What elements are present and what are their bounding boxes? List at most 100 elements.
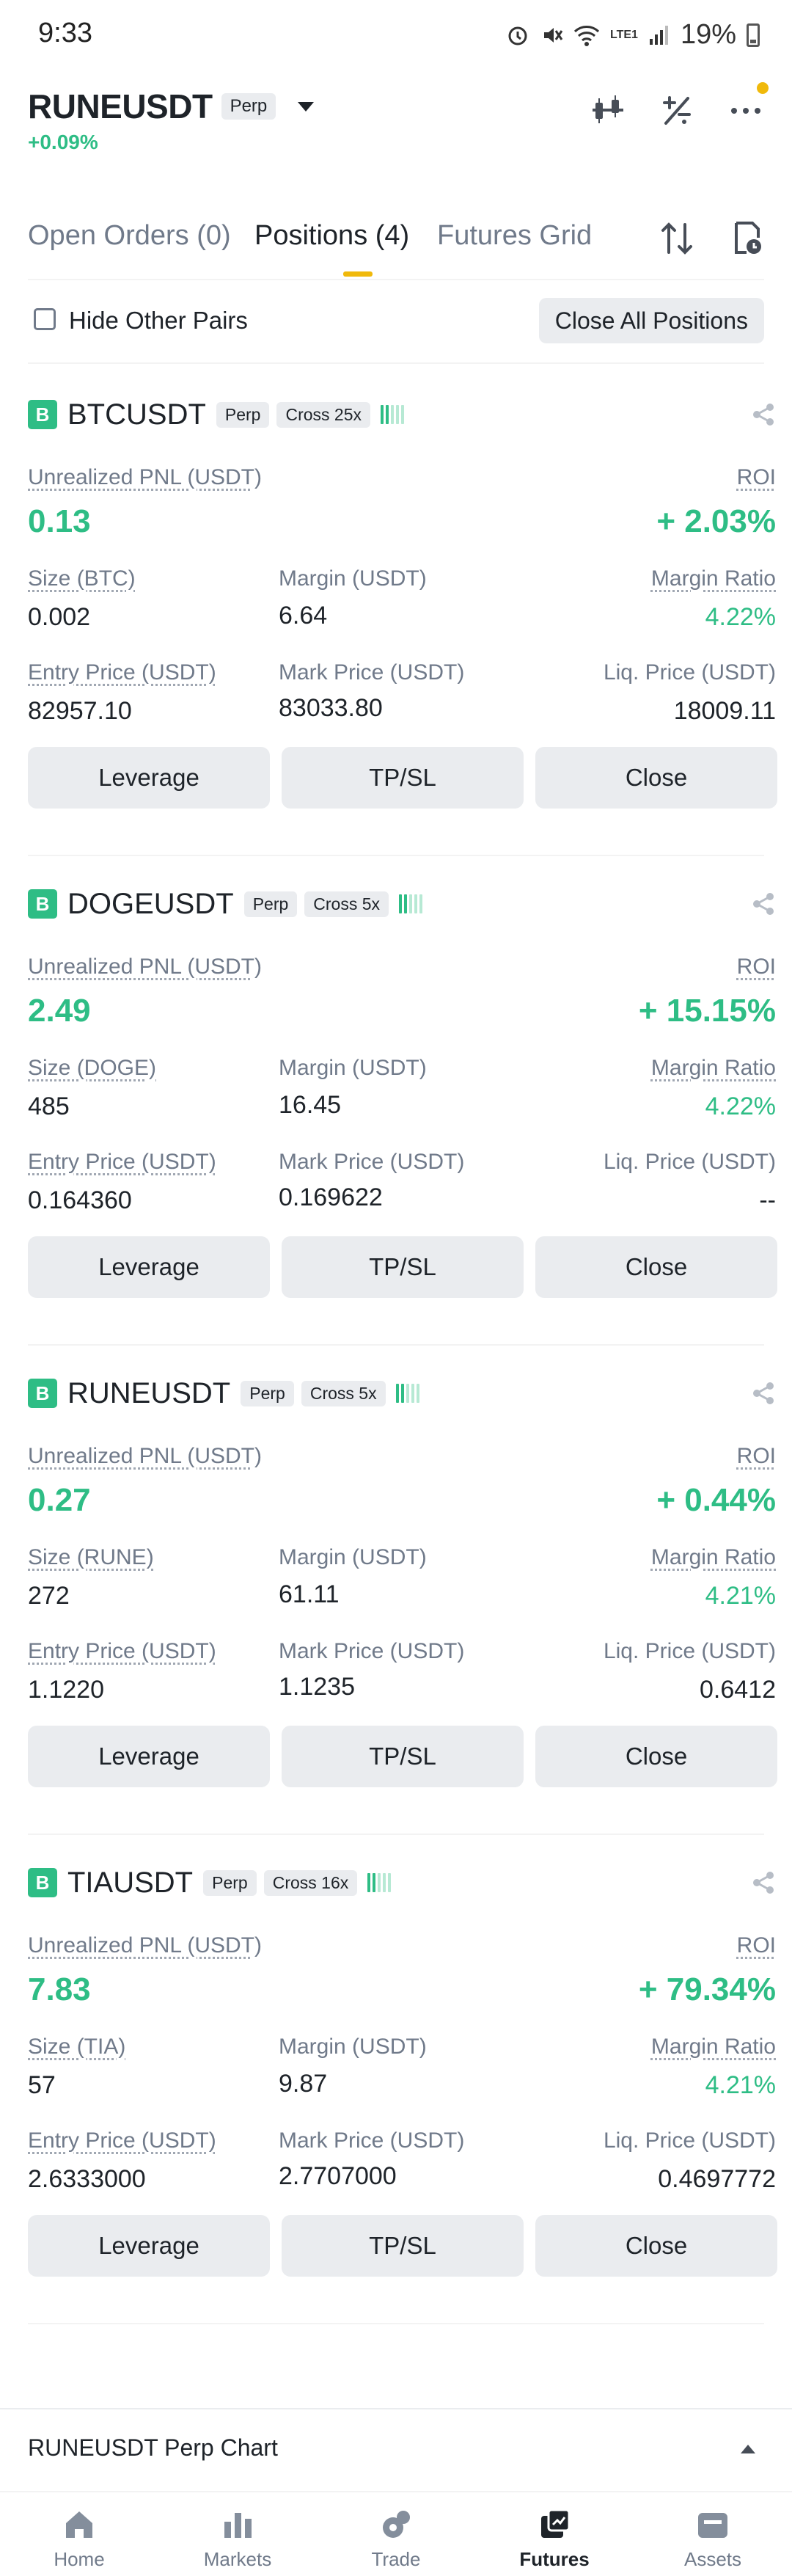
- entry-price-value: 2.6333000: [28, 2165, 146, 2193]
- share-icon[interactable]: [751, 1870, 776, 1895]
- mark-price-value: 0.169622: [279, 1183, 383, 1211]
- leverage-button[interactable]: Leverage: [28, 2215, 270, 2277]
- mark-price-value: 2.7707000: [279, 2162, 397, 2190]
- perp-tag: Perp: [241, 1380, 294, 1406]
- chart-drawer-title: RUNEUSDT Perp Chart: [28, 2434, 278, 2461]
- entry-price-label[interactable]: Entry Price (USDT): [28, 660, 216, 685]
- pair-selector[interactable]: RUNEUSDT Perp: [28, 87, 315, 126]
- nav-markets[interactable]: Markets: [158, 2492, 317, 2576]
- divider: [28, 1834, 764, 1835]
- sort-icon[interactable]: [660, 220, 694, 257]
- candlestick-icon[interactable]: [590, 92, 626, 129]
- hide-other-pairs-label[interactable]: Hide Other Pairs: [69, 307, 248, 335]
- margin-ratio-label[interactable]: Margin Ratio: [651, 1545, 776, 1570]
- adl-indicator-icon[interactable]: [367, 1873, 392, 1892]
- margin-value: 16.45: [279, 1091, 342, 1119]
- unrealized-pnl-label[interactable]: Unrealized PNL (USDT): [28, 1933, 262, 1958]
- unrealized-pnl-label[interactable]: Unrealized PNL (USDT): [28, 465, 262, 490]
- tab-open-orders[interactable]: Open Orders (0): [28, 220, 231, 252]
- close-all-positions-button[interactable]: Close All Positions: [538, 298, 764, 343]
- buy-badge: B: [28, 1379, 57, 1408]
- roi-label[interactable]: ROI: [737, 465, 776, 490]
- mark-price-label: Mark Price (USDT): [279, 2128, 465, 2153]
- nav-trade[interactable]: Trade: [317, 2492, 475, 2576]
- margin-ratio-value: 4.22%: [705, 603, 776, 631]
- roi-label[interactable]: ROI: [737, 1444, 776, 1469]
- margin-ratio-label[interactable]: Margin Ratio: [651, 2035, 776, 2059]
- tab-futures-grid[interactable]: Futures Grid: [437, 220, 592, 252]
- margin-mode-tag[interactable]: Cross 5x: [301, 1380, 386, 1406]
- leverage-button[interactable]: Leverage: [28, 1726, 270, 1787]
- entry-price-label[interactable]: Entry Price (USDT): [28, 1639, 216, 1664]
- adl-indicator-icon[interactable]: [381, 405, 405, 424]
- pair-name: RUNEUSDT: [28, 87, 213, 125]
- futures-icon: [541, 2509, 571, 2538]
- unrealized-pnl-label[interactable]: Unrealized PNL (USDT): [28, 1444, 262, 1469]
- nav-label: Assets: [683, 2548, 742, 2570]
- close-position-button[interactable]: Close: [535, 747, 777, 809]
- wifi-icon: [573, 25, 600, 46]
- signal-icon: [649, 25, 668, 45]
- hide-other-pairs-checkbox[interactable]: [34, 308, 56, 330]
- entry-price-label[interactable]: Entry Price (USDT): [28, 1150, 216, 1175]
- margin-value: 61.11: [279, 1580, 340, 1608]
- margin-ratio-label[interactable]: Margin Ratio: [651, 1056, 776, 1081]
- adl-indicator-icon[interactable]: [399, 894, 423, 913]
- size-label[interactable]: Size (BTC): [28, 566, 136, 591]
- unrealized-pnl-value: 7.83: [28, 1971, 91, 2007]
- more-menu-button[interactable]: [727, 82, 769, 129]
- size-label[interactable]: Size (RUNE): [28, 1545, 154, 1570]
- share-icon[interactable]: [751, 891, 776, 916]
- mark-price-label: Mark Price (USDT): [279, 1639, 465, 1663]
- nav-label: Futures: [519, 2548, 590, 2570]
- roi-label[interactable]: ROI: [737, 955, 776, 979]
- entry-price-value: 82957.10: [28, 697, 132, 725]
- calculator-icon[interactable]: [659, 92, 695, 129]
- unrealized-pnl-label[interactable]: Unrealized PNL (USDT): [28, 955, 262, 979]
- close-position-button[interactable]: Close: [535, 1236, 777, 1298]
- close-position-button[interactable]: Close: [535, 2215, 777, 2277]
- position-symbol[interactable]: DOGEUSDT: [67, 888, 234, 921]
- size-label[interactable]: Size (TIA): [28, 2035, 125, 2059]
- tpsl-button[interactable]: TP/SL: [282, 747, 524, 809]
- perp-tag: Perp: [243, 891, 298, 917]
- tpsl-button[interactable]: TP/SL: [282, 1726, 524, 1787]
- position-header: B TIAUSDT Perp Cross 16x: [28, 1864, 776, 1901]
- entry-price-label[interactable]: Entry Price (USDT): [28, 2128, 216, 2153]
- position-symbol[interactable]: TIAUSDT: [67, 1867, 193, 1900]
- close-position-button[interactable]: Close: [535, 1726, 777, 1787]
- leverage-button[interactable]: Leverage: [28, 747, 270, 809]
- divider: [28, 362, 764, 364]
- roi-value: + 2.03%: [656, 503, 776, 539]
- roi-value: + 15.15%: [638, 993, 776, 1029]
- chart-drawer-toggle[interactable]: RUNEUSDT Perp Chart: [0, 2408, 792, 2489]
- size-label[interactable]: Size (DOGE): [28, 1056, 156, 1081]
- tpsl-button[interactable]: TP/SL: [282, 2215, 524, 2277]
- buy-badge: B: [28, 400, 57, 429]
- history-icon[interactable]: [730, 220, 764, 257]
- margin-mode-tag[interactable]: Cross 25x: [276, 401, 371, 428]
- nav-futures[interactable]: Futures: [475, 2492, 634, 2576]
- orders-tabs: Open Orders (0) Positions (4) Futures Gr…: [28, 220, 764, 279]
- roi-label[interactable]: ROI: [737, 1933, 776, 1958]
- position-symbol[interactable]: RUNEUSDT: [67, 1377, 230, 1410]
- leverage-button[interactable]: Leverage: [28, 1236, 270, 1298]
- tab-positions[interactable]: Positions (4): [254, 220, 409, 252]
- share-icon[interactable]: [751, 1381, 776, 1406]
- position-symbol[interactable]: BTCUSDT: [67, 398, 206, 431]
- more-icon: [731, 108, 760, 114]
- margin-mode-tag[interactable]: Cross 5x: [304, 891, 389, 917]
- perp-tag: Perp: [221, 93, 276, 120]
- nav-assets[interactable]: Assets: [634, 2492, 792, 2576]
- margin-mode-tag[interactable]: Cross 16x: [263, 1869, 358, 1896]
- mark-price-value: 1.1235: [279, 1673, 355, 1701]
- buy-badge: B: [28, 1868, 57, 1897]
- margin-ratio-label[interactable]: Margin Ratio: [651, 566, 776, 591]
- liq-price-label: Liq. Price (USDT): [603, 660, 776, 685]
- adl-indicator-icon[interactable]: [395, 1384, 419, 1403]
- entry-price-value: 0.164360: [28, 1186, 132, 1214]
- nav-home[interactable]: Home: [0, 2492, 158, 2576]
- tpsl-button[interactable]: TP/SL: [282, 1236, 524, 1298]
- share-icon[interactable]: [751, 402, 776, 427]
- liq-price-label: Liq. Price (USDT): [603, 1639, 776, 1663]
